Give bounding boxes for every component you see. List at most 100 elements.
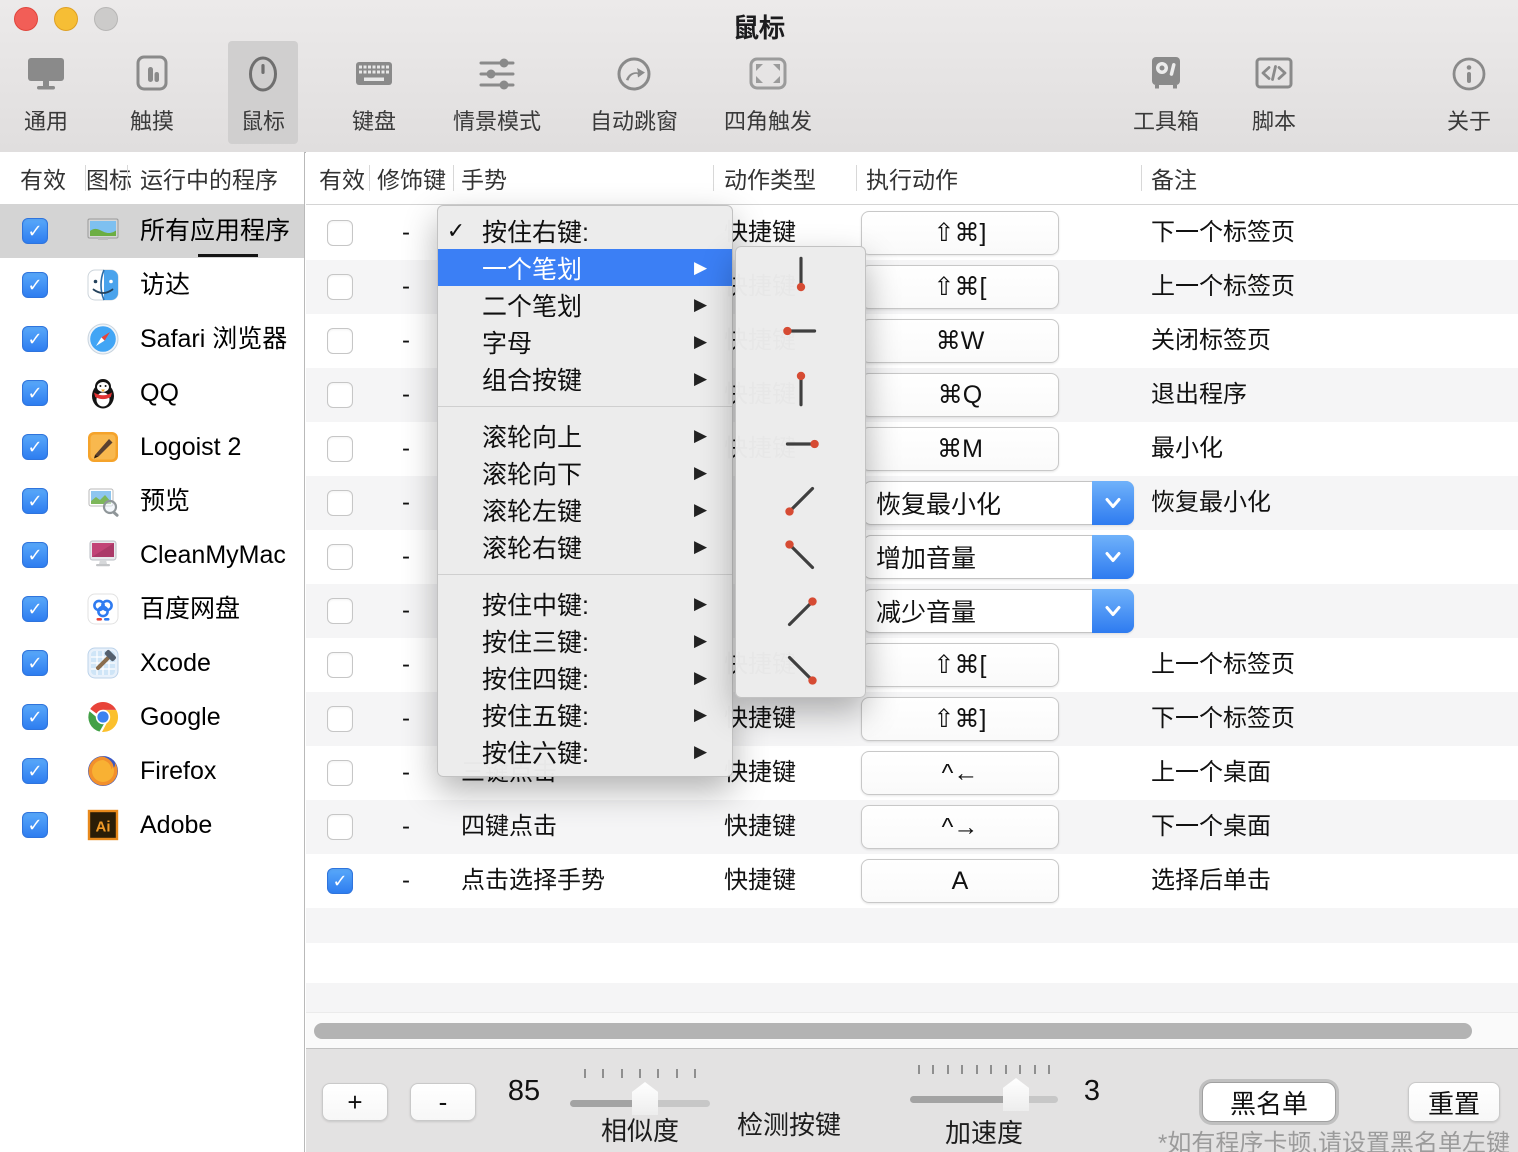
blacklist-button[interactable]: 黑名单 <box>1202 1082 1336 1122</box>
app-enabled-checkbox[interactable]: ✓ <box>22 650 48 676</box>
app-enabled-checkbox[interactable]: ✓ <box>22 596 48 622</box>
acceleration-slider[interactable] <box>908 1065 1060 1117</box>
swipe-left-stroke-icon[interactable] <box>736 303 865 359</box>
app-enabled-checkbox[interactable]: ✓ <box>22 272 48 298</box>
menu-item[interactable]: 按住五键:▶ <box>438 696 732 733</box>
shortcut-key-button[interactable]: ⇧⌘[ <box>861 265 1059 309</box>
action-dropdown[interactable]: 增加音量 <box>863 535 1134 579</box>
note-cell: 选择后单击 <box>1151 854 1271 908</box>
sidebar-app-row[interactable]: ✓Firefox <box>0 744 304 798</box>
toolbar-item-mouse[interactable]: 鼠标 <box>228 41 298 144</box>
shortcut-key-button[interactable]: ^→ <box>861 805 1059 849</box>
row-enabled-checkbox[interactable] <box>327 274 353 300</box>
toolbar-item-redirect-arrow[interactable]: 自动跳窗 <box>578 41 690 144</box>
shortcut-key-button[interactable]: ⌘Q <box>861 373 1059 417</box>
menu-item[interactable]: 组合按键▶ <box>438 360 732 397</box>
action-dropdown[interactable]: 恢复最小化 <box>863 481 1134 525</box>
shortcut-key-button[interactable]: ⌘W <box>861 319 1059 363</box>
app-enabled-checkbox[interactable]: ✓ <box>22 218 48 244</box>
menu-item[interactable]: ✓按住右键: <box>438 212 732 249</box>
sidebar-app-row[interactable]: ✓百度网盘 <box>0 582 304 636</box>
swipe-down-left-stroke-icon[interactable] <box>736 472 865 528</box>
swipe-up-right-stroke-icon[interactable] <box>736 585 865 641</box>
swipe-up-left-stroke-icon[interactable] <box>736 528 865 584</box>
toolbar-item-corner-trigger[interactable]: 四角触发 <box>712 41 824 144</box>
row-enabled-checkbox[interactable] <box>327 490 353 516</box>
menu-item[interactable]: 一个笔划▶ <box>438 249 732 286</box>
app-enabled-checkbox[interactable]: ✓ <box>22 812 48 838</box>
menu-item[interactable]: 按住中键:▶ <box>438 585 732 622</box>
sidebar-app-row[interactable]: ✓QQ <box>0 366 304 420</box>
app-enabled-checkbox[interactable]: ✓ <box>22 488 48 514</box>
shortcut-key-button[interactable]: A <box>861 859 1059 903</box>
row-enabled-checkbox[interactable] <box>327 436 353 462</box>
action-dropdown[interactable]: 减少音量 <box>863 589 1134 633</box>
row-enabled-checkbox[interactable] <box>327 760 353 786</box>
shortcut-key-button[interactable]: ⇧⌘[ <box>861 643 1059 687</box>
row-enabled-checkbox[interactable] <box>327 544 353 570</box>
app-enabled-checkbox[interactable]: ✓ <box>22 758 48 784</box>
app-enabled-checkbox[interactable]: ✓ <box>22 542 48 568</box>
toolbar-item-code[interactable]: 脚本 <box>1239 41 1309 144</box>
row-enabled-checkbox[interactable] <box>327 328 353 354</box>
horizontal-scrollbar-track[interactable] <box>306 1012 1518 1049</box>
sidebar-app-row[interactable]: ✓AiAdobe <box>0 798 304 852</box>
app-name: 所有应用程序 <box>140 204 290 258</box>
shortcut-key-button[interactable]: ⇧⌘] <box>861 211 1059 255</box>
menu-item[interactable]: 滚轮右键▶ <box>438 528 732 565</box>
horizontal-scrollbar-thumb[interactable] <box>314 1023 1472 1039</box>
row-enabled-checkbox[interactable] <box>327 382 353 408</box>
toolbar-item-trackpad[interactable]: 触摸 <box>117 41 187 144</box>
menu-item[interactable]: 滚轮向下▶ <box>438 454 732 491</box>
row-enabled-checkbox[interactable] <box>327 814 353 840</box>
sidebar-app-row[interactable]: ✓Google <box>0 690 304 744</box>
row-enabled-checkbox[interactable] <box>327 652 353 678</box>
sidebar-app-row[interactable]: ✓Xcode <box>0 636 304 690</box>
menu-item[interactable]: 按住三键:▶ <box>438 622 732 659</box>
sidebar-app-row[interactable]: ✓Logoist 2 <box>0 420 304 474</box>
swipe-right-stroke-icon[interactable] <box>736 416 865 472</box>
menu-item[interactable]: 按住四键:▶ <box>438 659 732 696</box>
swipe-up-stroke-icon[interactable] <box>736 360 865 416</box>
row-enabled-checkbox[interactable] <box>327 220 353 246</box>
sidebar-app-row[interactable]: ✓CleanMyMac <box>0 528 304 582</box>
note-cell: 恢复最小化 <box>1151 476 1271 530</box>
column-header-icon: 图标 <box>86 152 132 204</box>
menu-item[interactable]: 字母▶ <box>438 323 732 360</box>
swipe-down-stroke-icon[interactable] <box>736 247 865 303</box>
app-enabled-checkbox[interactable]: ✓ <box>22 434 48 460</box>
swipe-down-right-stroke-icon[interactable] <box>736 641 865 697</box>
sidebar-app-row[interactable]: ✓访达 <box>0 258 304 312</box>
menu-item-label: 滚轮向上 <box>474 418 694 454</box>
menu-item[interactable]: 滚轮向上▶ <box>438 417 732 454</box>
shortcut-key-button[interactable]: ⌘M <box>861 427 1059 471</box>
toolbar-item-toolbox[interactable]: 工具箱 <box>1121 41 1211 144</box>
shortcut-key-button[interactable]: ⇧⌘] <box>861 697 1059 741</box>
remove-gesture-button[interactable]: - <box>410 1083 476 1121</box>
shortcut-key-button[interactable]: ^← <box>861 751 1059 795</box>
qq-icon <box>85 375 121 411</box>
menu-item-label: 按住六键: <box>474 734 694 770</box>
row-enabled-checkbox[interactable] <box>327 598 353 624</box>
modifier-cell: - <box>386 800 426 854</box>
app-enabled-checkbox[interactable]: ✓ <box>22 380 48 406</box>
sidebar-app-row[interactable]: ✓ 所有应用程序 <box>0 204 304 258</box>
row-enabled-checkbox[interactable]: ✓ <box>327 868 353 894</box>
toolbar-item-info[interactable]: 关于 <box>1434 41 1504 144</box>
toolbar-item-keyboard[interactable]: 键盘 <box>339 41 409 144</box>
sidebar-app-row[interactable]: ✓Safari 浏览器 <box>0 312 304 366</box>
reset-button[interactable]: 重置 <box>1408 1082 1500 1122</box>
add-gesture-button[interactable]: + <box>322 1083 388 1121</box>
menu-item[interactable]: 按住六键:▶ <box>438 733 732 770</box>
toolbar-item-sliders[interactable]: 情景模式 <box>441 41 553 144</box>
slider-thumb[interactable] <box>1003 1078 1029 1111</box>
row-enabled-checkbox[interactable] <box>327 706 353 732</box>
slider-track[interactable] <box>910 1096 1058 1103</box>
menu-item-label: 滚轮左键 <box>474 492 694 528</box>
menu-item[interactable]: 滚轮左键▶ <box>438 491 732 528</box>
sidebar-app-row[interactable]: ✓预览 <box>0 474 304 528</box>
toolbar-item-display[interactable]: 通用 <box>11 41 81 144</box>
app-enabled-checkbox[interactable]: ✓ <box>22 704 48 730</box>
app-enabled-checkbox[interactable]: ✓ <box>22 326 48 352</box>
menu-item[interactable]: 二个笔划▶ <box>438 286 732 323</box>
